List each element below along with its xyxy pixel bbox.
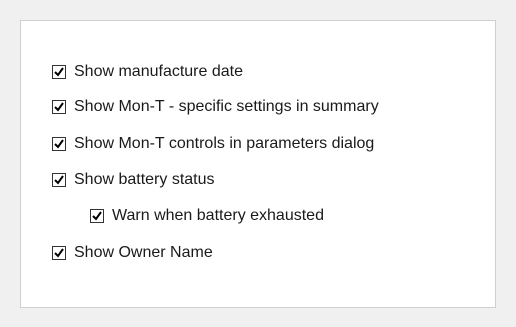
- show-mon-t-controls-option[interactable]: Show Mon-T controls in parameters dialog: [52, 132, 374, 156]
- show-manufacture-date-checkbox[interactable]: [52, 65, 66, 79]
- warn-battery-exhausted-option[interactable]: Warn when battery exhausted: [90, 204, 324, 228]
- checkmark-icon: [92, 211, 102, 221]
- checkmark-icon: [54, 102, 64, 112]
- show-mon-t-specific-settings-checkbox[interactable]: [52, 100, 66, 114]
- checkmark-icon: [54, 175, 64, 185]
- warn-battery-exhausted-checkbox[interactable]: [90, 209, 104, 223]
- show-manufacture-date-label: Show manufacture date: [74, 63, 243, 80]
- show-battery-status-option[interactable]: Show battery status: [52, 168, 215, 192]
- show-battery-status-checkbox[interactable]: [52, 173, 66, 187]
- show-mon-t-controls-checkbox[interactable]: [52, 137, 66, 151]
- display-options-group: Show manufacture date Show Mon-T - speci…: [20, 20, 496, 308]
- show-battery-status-label: Show battery status: [74, 171, 215, 188]
- show-owner-name-label: Show Owner Name: [74, 244, 213, 261]
- show-mon-t-specific-settings-option[interactable]: Show Mon-T - specific settings in summar…: [52, 95, 379, 119]
- warn-battery-exhausted-label: Warn when battery exhausted: [112, 207, 324, 224]
- show-manufacture-date-option[interactable]: Show manufacture date: [52, 60, 243, 84]
- settings-panel: Show manufacture date Show Mon-T - speci…: [0, 0, 516, 327]
- show-mon-t-specific-settings-label: Show Mon-T - specific settings in summar…: [74, 98, 379, 115]
- checkmark-icon: [54, 139, 64, 149]
- checkmark-icon: [54, 67, 64, 77]
- show-owner-name-checkbox[interactable]: [52, 246, 66, 260]
- show-owner-name-option[interactable]: Show Owner Name: [52, 241, 213, 265]
- show-mon-t-controls-label: Show Mon-T controls in parameters dialog: [74, 135, 375, 152]
- checkmark-icon: [54, 248, 64, 258]
